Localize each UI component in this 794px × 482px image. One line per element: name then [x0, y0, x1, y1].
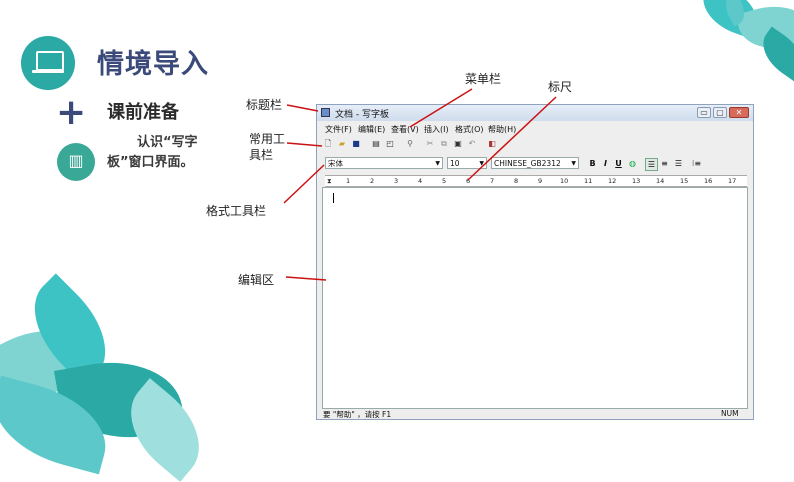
pointer-menubar: [409, 88, 473, 128]
pointer-titlebar: [286, 104, 319, 112]
pointer-formatbar: [283, 164, 325, 204]
pointer-editarea: [285, 276, 327, 281]
pointer-ruler: [467, 96, 557, 181]
pointer-toolbar: [286, 142, 323, 147]
annotation-lines: [283, 88, 557, 281]
